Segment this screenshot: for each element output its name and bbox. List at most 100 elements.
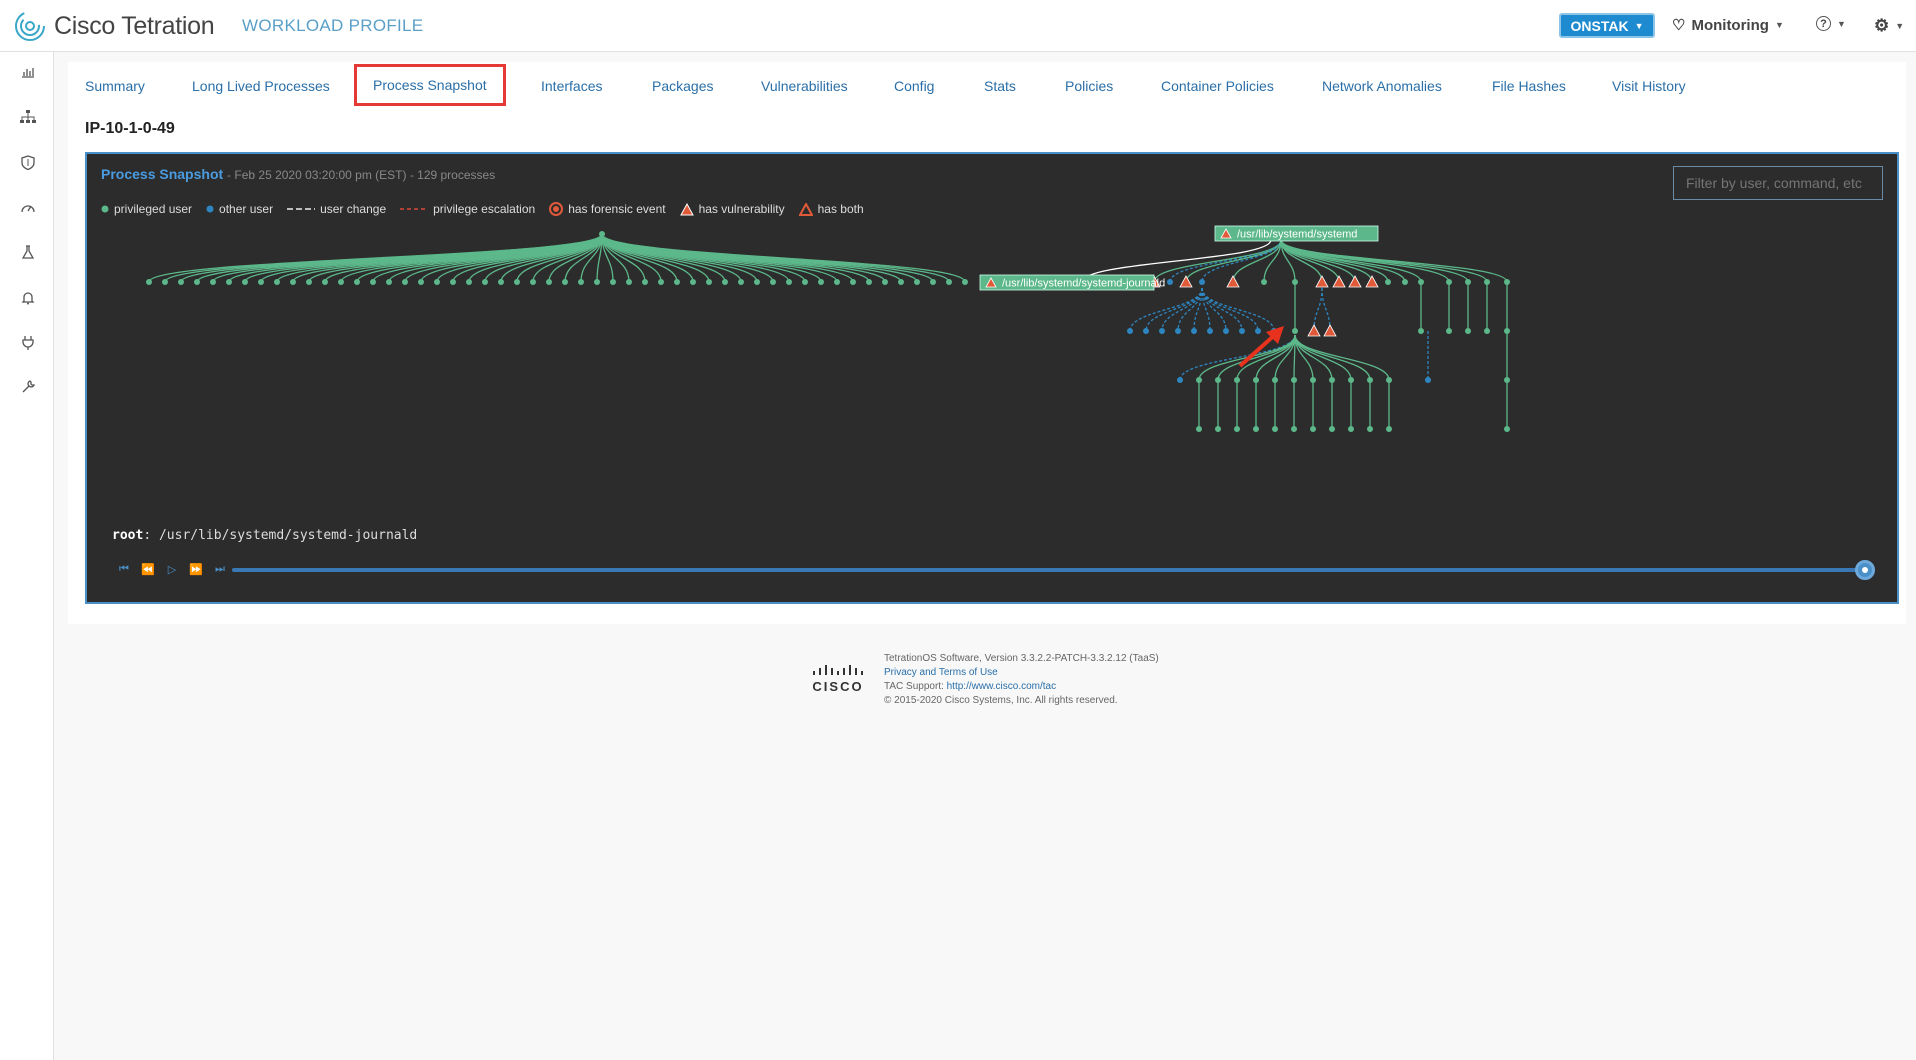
- process-node[interactable]: [802, 279, 808, 285]
- process-node[interactable]: [1310, 426, 1316, 432]
- skip-start-icon[interactable]: ⏮: [115, 562, 133, 576]
- process-node[interactable]: [1191, 328, 1197, 334]
- process-node[interactable]: [626, 279, 632, 285]
- tab-stats[interactable]: Stats: [984, 78, 1016, 94]
- process-node[interactable]: [1367, 426, 1373, 432]
- process-node[interactable]: [562, 279, 568, 285]
- process-node[interactable]: [1196, 426, 1202, 432]
- process-node[interactable]: [594, 279, 600, 285]
- process-node[interactable]: [898, 279, 904, 285]
- process-node[interactable]: [642, 279, 648, 285]
- tab-summary[interactable]: Summary: [85, 78, 145, 94]
- vulnerable-process-node[interactable]: [1226, 275, 1240, 288]
- process-node[interactable]: [194, 279, 200, 285]
- process-node[interactable]: [386, 279, 392, 285]
- settings-menu[interactable]: ⚙ ▼: [1874, 16, 1904, 36]
- process-node[interactable]: [226, 279, 232, 285]
- process-node[interactable]: [482, 279, 488, 285]
- process-node[interactable]: [418, 279, 424, 285]
- systemd-node[interactable]: /usr/lib/systemd/systemd: [1237, 229, 1357, 241]
- process-node[interactable]: [258, 279, 264, 285]
- fast-forward-icon[interactable]: ⏩: [187, 562, 205, 576]
- process-node[interactable]: [1504, 328, 1510, 334]
- process-node[interactable]: [850, 279, 856, 285]
- process-node[interactable]: [1199, 279, 1205, 285]
- process-node[interactable]: [818, 279, 824, 285]
- process-node[interactable]: [242, 279, 248, 285]
- process-node[interactable]: [1418, 328, 1424, 334]
- vulnerable-process-node[interactable]: [1179, 275, 1193, 288]
- process-node[interactable]: [754, 279, 760, 285]
- process-node[interactable]: [1348, 426, 1354, 432]
- process-node[interactable]: [1253, 426, 1259, 432]
- tab-network-anomalies[interactable]: Network Anomalies: [1322, 78, 1442, 94]
- process-node[interactable]: [882, 279, 888, 285]
- process-node[interactable]: [722, 279, 728, 285]
- process-node[interactable]: [599, 231, 605, 237]
- vulnerable-process-node[interactable]: [1323, 324, 1337, 337]
- timeline-slider[interactable]: [232, 560, 1875, 580]
- vulnerable-process-node[interactable]: [1315, 275, 1329, 288]
- vulnerable-process-node[interactable]: [1307, 324, 1321, 337]
- process-node[interactable]: [434, 279, 440, 285]
- process-node[interactable]: [290, 279, 296, 285]
- process-node[interactable]: [738, 279, 744, 285]
- process-node[interactable]: [770, 279, 776, 285]
- tab-vulnerabilities[interactable]: Vulnerabilities: [761, 78, 848, 94]
- process-node[interactable]: [610, 279, 616, 285]
- process-node[interactable]: [322, 279, 328, 285]
- process-node[interactable]: [1177, 377, 1183, 383]
- process-node[interactable]: [1385, 279, 1391, 285]
- process-node[interactable]: [1127, 328, 1133, 334]
- process-node[interactable]: [306, 279, 312, 285]
- process-node[interactable]: [914, 279, 920, 285]
- rewind-icon[interactable]: ⏪: [139, 562, 157, 576]
- process-node[interactable]: [1234, 426, 1240, 432]
- tab-long-lived-processes[interactable]: Long Lived Processes: [192, 78, 330, 94]
- process-node[interactable]: [1272, 426, 1278, 432]
- process-node[interactable]: [498, 279, 504, 285]
- process-node[interactable]: [1175, 328, 1181, 334]
- tab-policies[interactable]: Policies: [1065, 78, 1113, 94]
- process-node[interactable]: [1402, 279, 1408, 285]
- process-node[interactable]: [658, 279, 664, 285]
- process-node[interactable]: [1504, 426, 1510, 432]
- vulnerable-process-node[interactable]: [1365, 275, 1379, 288]
- play-icon[interactable]: ▷: [163, 562, 181, 576]
- process-node[interactable]: [370, 279, 376, 285]
- tab-interfaces[interactable]: Interfaces: [541, 78, 602, 94]
- process-node[interactable]: [1167, 279, 1173, 285]
- process-node[interactable]: [1207, 328, 1213, 334]
- process-node[interactable]: [1291, 426, 1297, 432]
- process-node[interactable]: [402, 279, 408, 285]
- process-node[interactable]: [1446, 328, 1452, 334]
- process-node[interactable]: [786, 279, 792, 285]
- tab-file-hashes[interactable]: File Hashes: [1492, 78, 1566, 94]
- process-node[interactable]: [706, 279, 712, 285]
- tenant-dropdown-button[interactable]: ONSTAK ▼: [1559, 13, 1655, 38]
- journald-node[interactable]: /usr/lib/systemd/systemd-journald: [1002, 278, 1165, 290]
- tab-process-snapshot[interactable]: Process Snapshot: [354, 64, 506, 106]
- process-node[interactable]: [674, 279, 680, 285]
- topology-icon[interactable]: [20, 109, 36, 125]
- process-node[interactable]: [466, 279, 472, 285]
- timeline-slider-handle[interactable]: [1855, 560, 1875, 580]
- privacy-terms-link[interactable]: Privacy and Terms of Use: [884, 667, 998, 678]
- tab-visit-history[interactable]: Visit History: [1612, 78, 1686, 94]
- bell-icon[interactable]: [20, 289, 36, 305]
- process-node[interactable]: [338, 279, 344, 285]
- process-node[interactable]: [930, 279, 936, 285]
- vulnerable-process-node[interactable]: [1348, 275, 1362, 288]
- process-node[interactable]: [274, 279, 280, 285]
- process-node[interactable]: [1143, 328, 1149, 334]
- process-node[interactable]: [162, 279, 168, 285]
- process-filter-input[interactable]: [1673, 166, 1883, 200]
- process-node[interactable]: [866, 279, 872, 285]
- wrench-icon[interactable]: [20, 379, 36, 395]
- process-node[interactable]: [1215, 426, 1221, 432]
- tab-container-policies[interactable]: Container Policies: [1161, 78, 1274, 94]
- process-node[interactable]: [578, 279, 584, 285]
- process-node[interactable]: [146, 279, 152, 285]
- tab-config[interactable]: Config: [894, 78, 934, 94]
- process-tree-graph[interactable]: /usr/lib/systemd/systemd/usr/lib/systemd…: [87, 224, 1897, 524]
